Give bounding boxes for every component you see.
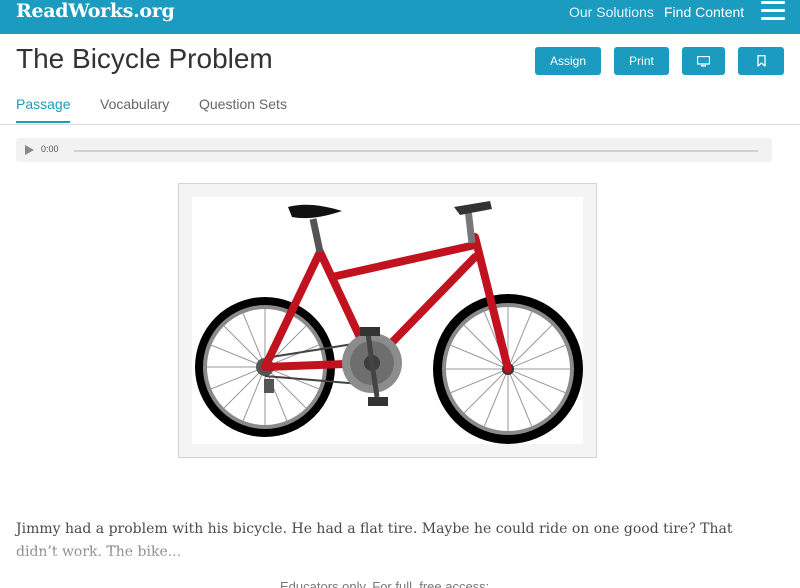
present-button[interactable] — [682, 47, 725, 75]
nav-our-solutions[interactable]: Our Solutions — [569, 4, 654, 20]
assign-button[interactable]: Assign — [535, 47, 601, 75]
nav-find-content[interactable]: Find Content — [664, 4, 744, 20]
audio-time: 0:00 — [41, 144, 59, 154]
hamburger-menu-icon[interactable] — [761, 0, 785, 22]
hamburger-line — [761, 9, 785, 12]
monitor-icon — [697, 55, 710, 66]
passage-text: Jimmy had a problem with his bicycle. He… — [16, 521, 733, 560]
hamburger-line — [761, 1, 785, 4]
top-navbar: ReadWorks.org Our Solutions Find Content — [0, 0, 800, 34]
page-title: The Bicycle Problem — [16, 43, 273, 74]
audio-progress-bar[interactable] — [74, 150, 758, 152]
tab-question-sets[interactable]: Question Sets — [199, 96, 287, 121]
tab-passage[interactable]: Passage — [16, 96, 71, 123]
hamburger-line — [761, 17, 785, 20]
bicycle-illustration — [195, 201, 583, 444]
play-icon[interactable] — [25, 145, 34, 155]
content-tabs: Passage Vocabulary Question Sets — [0, 96, 800, 125]
educators-access-note: Educators only. For full, free access: — [280, 579, 490, 588]
bookmark-button[interactable] — [738, 47, 784, 75]
bookmark-icon — [756, 55, 766, 67]
audio-player: 0:00 — [16, 138, 772, 162]
print-button[interactable]: Print — [614, 47, 669, 75]
passage-image — [192, 197, 583, 444]
readworks-logo[interactable]: ReadWorks.org — [16, 0, 175, 22]
passage-image-frame — [178, 183, 597, 458]
tab-vocabulary[interactable]: Vocabulary — [100, 96, 169, 121]
